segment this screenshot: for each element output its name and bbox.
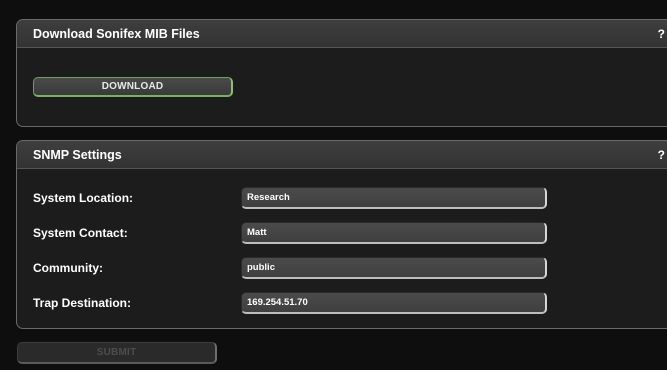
system-contact-input[interactable] <box>241 222 547 244</box>
help-icon[interactable]: ? <box>653 27 665 41</box>
trap-destination-input[interactable] <box>241 292 547 314</box>
download-button[interactable]: DOWNLOAD <box>33 77 233 97</box>
mib-panel-title: Download Sonifex MIB Files <box>33 26 200 41</box>
snmp-settings-panel: SNMP Settings ? System Location: System … <box>16 140 667 329</box>
trap-destination-row: Trap Destination: <box>33 291 667 315</box>
help-icon[interactable]: ? <box>653 148 665 162</box>
system-location-row: System Location: <box>33 186 667 210</box>
trap-destination-label: Trap Destination: <box>33 296 132 310</box>
snmp-panel-title: SNMP Settings <box>33 147 122 162</box>
community-row: Community: <box>33 256 667 280</box>
system-location-label: System Location: <box>33 191 134 205</box>
submit-button[interactable]: SUBMIT <box>17 342 217 364</box>
community-label: Community: <box>33 261 103 275</box>
snmp-panel-header: SNMP Settings ? <box>17 141 667 169</box>
system-location-input[interactable] <box>241 187 547 209</box>
mib-download-panel: Download Sonifex MIB Files ? DOWNLOAD <box>16 19 667 127</box>
mib-panel-header: Download Sonifex MIB Files ? <box>17 20 667 48</box>
community-input[interactable] <box>241 257 547 279</box>
system-contact-label: System Contact: <box>33 226 128 240</box>
system-contact-row: System Contact: <box>33 221 667 245</box>
